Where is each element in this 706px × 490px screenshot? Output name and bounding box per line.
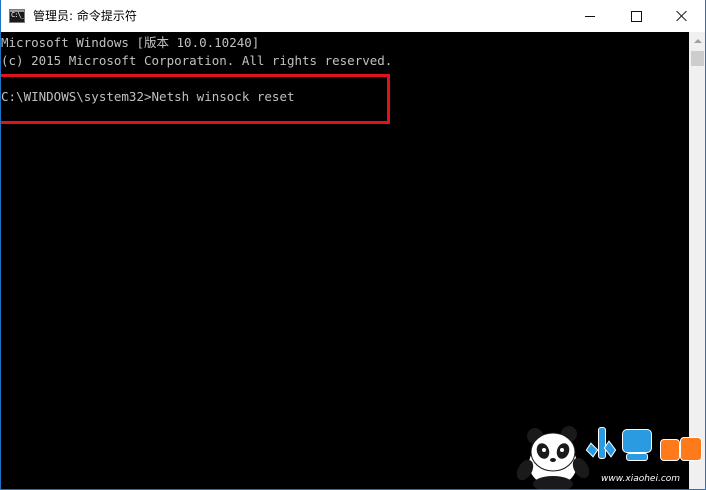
close-icon <box>676 10 688 22</box>
maximize-button[interactable] <box>613 0 659 32</box>
command-highlight-box <box>1 74 390 124</box>
cmd-window: C:\_ 管理员: 命令提示符 Microsoft Windows [版本 10… <box>0 0 706 490</box>
minimize-icon <box>585 15 595 17</box>
maximize-icon <box>630 10 642 22</box>
watermark-site: www.xiaohei.com <box>601 474 681 484</box>
console-line-version: Microsoft Windows [版本 10.0.10240] <box>1 35 260 50</box>
watermark-logo: www.xiaohei.com <box>511 418 705 489</box>
console-line-copyright: (c) 2015 Microsoft Corporation. All righ… <box>1 53 393 68</box>
window-title: 管理员: 命令提示符 <box>33 9 137 23</box>
minimize-button[interactable] <box>567 0 613 32</box>
cmd-icon[interactable]: C:\_ <box>9 9 25 23</box>
cmd-icon-glyph: C:\_ <box>11 11 24 19</box>
chevron-up-icon <box>693 38 702 43</box>
scroll-up-button[interactable] <box>689 32 705 49</box>
close-button[interactable] <box>659 0 705 32</box>
title-bar[interactable]: C:\_ 管理员: 命令提示符 <box>1 0 705 32</box>
scroll-thumb[interactable] <box>691 51 704 66</box>
